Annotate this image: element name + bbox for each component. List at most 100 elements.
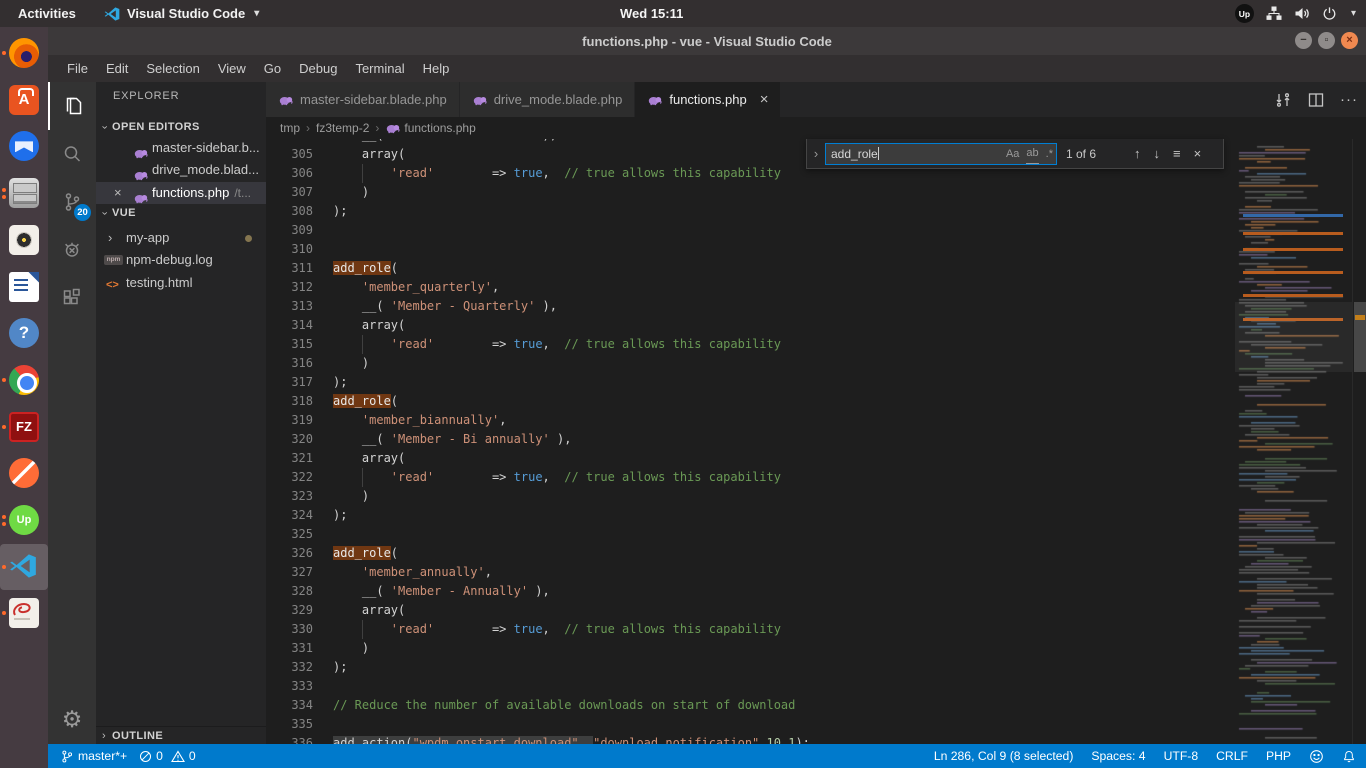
extensions-activity-icon[interactable] <box>48 274 96 322</box>
clock[interactable]: Wed 15:11 <box>620 6 683 21</box>
menu-help[interactable]: Help <box>414 55 459 82</box>
code-line-312[interactable]: 312 'member_quarterly', <box>266 278 1235 297</box>
code-line-324[interactable]: 324); <box>266 506 1235 525</box>
more-actions-icon[interactable]: ··· <box>1340 91 1358 108</box>
search-activity-icon[interactable] <box>48 130 96 178</box>
dock-upwork[interactable] <box>0 497 48 543</box>
tab-drive_mode.blade.php[interactable]: drive_mode.blade.php <box>460 82 635 117</box>
menu-selection[interactable]: Selection <box>137 55 208 82</box>
network-icon[interactable] <box>1266 6 1282 21</box>
problems-status[interactable]: 0 0 <box>139 749 196 763</box>
maximize-button-icon[interactable]: ▫ <box>1318 32 1335 49</box>
menu-go[interactable]: Go <box>255 55 290 82</box>
menu-debug[interactable]: Debug <box>290 55 346 82</box>
whole-word-icon[interactable]: ab <box>1026 143 1038 164</box>
breadcrumb[interactable]: tmp›fz3temp-2›functions.php <box>266 117 1235 139</box>
tab-close-icon[interactable]: × <box>760 91 769 108</box>
dock-rhythmbox[interactable] <box>0 217 48 263</box>
code-line-313[interactable]: 313 __( 'Member - Quarterly' ), <box>266 297 1235 316</box>
dock-libreoffice-writer[interactable] <box>0 264 48 310</box>
tray-caret-icon[interactable]: ▾ <box>1351 8 1356 19</box>
code-line-310[interactable]: 310 <box>266 240 1235 259</box>
code-line-317[interactable]: 317); <box>266 373 1235 392</box>
outline-header[interactable]: ›OUTLINE <box>96 726 266 744</box>
code-line-319[interactable]: 319 'member_biannually', <box>266 411 1235 430</box>
find-input[interactable]: add_role Aa ab .* <box>825 143 1057 165</box>
find-toggle-chevron-icon[interactable]: › <box>807 146 825 161</box>
code-line-314[interactable]: 314 array( <box>266 316 1235 335</box>
open-editor-master-sidebar.b...[interactable]: master-sidebar.b... <box>96 137 266 159</box>
dock-chrome[interactable] <box>0 357 48 403</box>
menu-terminal[interactable]: Terminal <box>346 55 413 82</box>
menu-edit[interactable]: Edit <box>97 55 137 82</box>
code-line-311[interactable]: 311add_role( <box>266 259 1235 278</box>
code-line-322[interactable]: 322 'read' => true, // true allows this … <box>266 468 1235 487</box>
code-line-336[interactable]: 336add_action("wpdm_onstart_download", "… <box>266 734 1235 744</box>
eol-status[interactable]: CRLF <box>1216 749 1248 763</box>
regex-icon[interactable]: .* <box>1046 144 1053 164</box>
dock-drawing-app[interactable] <box>0 590 48 636</box>
cursor-position-status[interactable]: Ln 286, Col 9 (8 selected) <box>934 749 1074 763</box>
source-control-activity-icon[interactable]: 20 <box>48 178 96 226</box>
dock-firefox[interactable] <box>0 30 48 76</box>
system-tray[interactable]: Up ▾ <box>1235 4 1356 23</box>
code-line-321[interactable]: 321 array( <box>266 449 1235 468</box>
open-editor-functions.php[interactable]: ×functions.php/t... <box>96 182 266 204</box>
menu-file[interactable]: File <box>58 55 97 82</box>
minimap-viewport[interactable] <box>1235 302 1352 372</box>
manage-gear-icon[interactable]: ⚙ <box>48 702 96 736</box>
minimize-button-icon[interactable]: − <box>1295 32 1312 49</box>
notifications-bell-icon[interactable] <box>1342 749 1356 764</box>
dock-help[interactable] <box>0 310 48 356</box>
folder-section-header[interactable]: ›VUE <box>96 204 266 223</box>
code-line-318[interactable]: 318add_role( <box>266 392 1235 411</box>
breadcrumb-item[interactable]: functions.php <box>404 121 475 135</box>
language-mode-status[interactable]: PHP <box>1266 749 1291 763</box>
tab-master-sidebar.blade.php[interactable]: master-sidebar.blade.php <box>266 82 459 117</box>
close-button-icon[interactable]: × <box>1341 32 1358 49</box>
code-line-315[interactable]: 315 'read' => true, // true allows this … <box>266 335 1235 354</box>
open-editors-header[interactable]: ›OPEN EDITORS <box>96 118 266 137</box>
breadcrumb-item[interactable]: fz3temp-2 <box>316 121 369 135</box>
code-line-308[interactable]: 308); <box>266 202 1235 221</box>
code-editor[interactable]: 304 __( 'Premium Subscriber' ),305 array… <box>266 139 1235 744</box>
dock-file-cabinet[interactable] <box>0 170 48 216</box>
code-line-333[interactable]: 333 <box>266 677 1235 696</box>
app-menu-button[interactable]: Visual Studio Code ▾ <box>104 6 259 22</box>
tree-item-my-app[interactable]: ›my-app <box>96 227 266 249</box>
code-line-332[interactable]: 332); <box>266 658 1235 677</box>
code-line-323[interactable]: 323 ) <box>266 487 1235 506</box>
find-in-selection-icon[interactable]: ≡ <box>1173 146 1181 161</box>
dock-vscode[interactable] <box>0 544 48 590</box>
upwork-tray-icon[interactable]: Up <box>1235 4 1254 23</box>
explorer-activity-icon[interactable] <box>48 82 96 130</box>
code-line-328[interactable]: 328 __( 'Member - Annually' ), <box>266 582 1235 601</box>
title-bar[interactable]: functions.php - vue - Visual Studio Code… <box>48 27 1366 55</box>
code-line-335[interactable]: 335 <box>266 715 1235 734</box>
scrollbar-thumb[interactable] <box>1354 302 1366 372</box>
menu-view[interactable]: View <box>209 55 255 82</box>
code-line-326[interactable]: 326add_role( <box>266 544 1235 563</box>
split-editor-icon[interactable] <box>1308 92 1324 108</box>
code-line-309[interactable]: 309 <box>266 221 1235 240</box>
tab-functions.php[interactable]: functions.php× <box>635 82 780 117</box>
code-line-334[interactable]: 334// Reduce the number of available dow… <box>266 696 1235 715</box>
open-changes-icon[interactable] <box>1274 91 1292 109</box>
feedback-smiley-icon[interactable] <box>1309 749 1324 764</box>
code-line-320[interactable]: 320 __( 'Member - Bi annually' ), <box>266 430 1235 449</box>
tree-item-npm-debug.log[interactable]: npmnpm-debug.log <box>96 249 266 271</box>
debug-activity-icon[interactable] <box>48 226 96 274</box>
close-editor-icon[interactable]: × <box>114 182 122 204</box>
code-line-331[interactable]: 331 ) <box>266 639 1235 658</box>
volume-icon[interactable] <box>1294 6 1310 21</box>
minimap[interactable] <box>1235 139 1352 744</box>
match-case-icon[interactable]: Aa <box>1006 144 1019 164</box>
power-icon[interactable] <box>1322 6 1337 21</box>
dock-postman[interactable] <box>0 450 48 496</box>
git-branch-status[interactable]: master*+ <box>60 749 127 764</box>
indentation-status[interactable]: Spaces: 4 <box>1091 749 1145 763</box>
dock-ubuntu-software[interactable] <box>0 77 48 123</box>
code-line-325[interactable]: 325 <box>266 525 1235 544</box>
activities-button[interactable]: Activities <box>18 6 76 21</box>
find-next-icon[interactable]: ↓ <box>1154 146 1161 161</box>
